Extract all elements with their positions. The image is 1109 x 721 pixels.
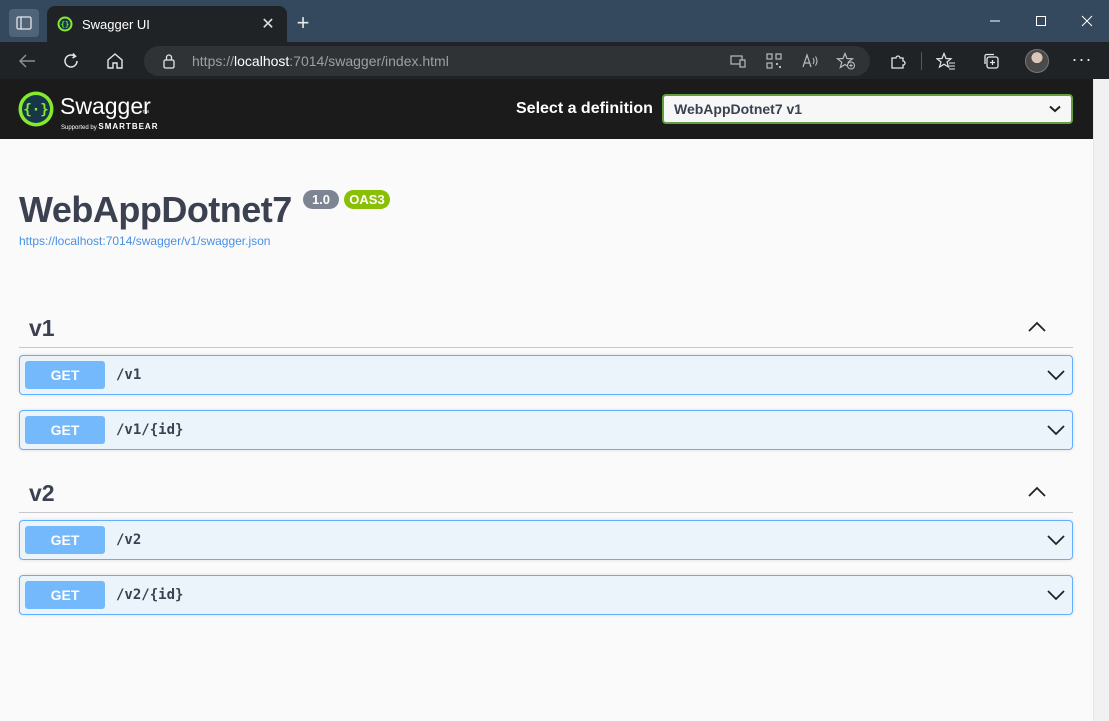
operation-get-v1[interactable]: GET /v1 <box>19 355 1073 395</box>
definition-select[interactable]: WebAppDotnet7 v1 <box>662 94 1073 124</box>
tab-title: Swagger UI <box>82 16 150 32</box>
swagger-favicon-icon: {} <box>57 16 73 32</box>
back-arrow-icon <box>18 54 35 68</box>
svg-text:{·}: {·} <box>23 102 48 118</box>
tab-close-icon[interactable]: ✕ <box>259 14 277 34</box>
swagger-logo-link[interactable]: {·} Swagger ™ Supported by SMARTBEAR <box>18 89 170 131</box>
chevron-down-icon[interactable] <box>1046 368 1066 382</box>
page-scrollbar[interactable] <box>1093 79 1109 721</box>
window-minimize-button[interactable] <box>980 9 1010 33</box>
window-maximize-button[interactable] <box>1026 9 1056 33</box>
url-host: localhost <box>234 53 290 69</box>
tag-section-v1: v1 GET /v1 GET /v1/{id} <box>19 310 1073 450</box>
close-window-icon <box>1081 15 1093 27</box>
swagger-topbar: {·} Swagger ™ Supported by SMARTBEAR Sel… <box>0 79 1093 139</box>
tag-name: v1 <box>29 315 55 341</box>
app-available-icon[interactable] <box>728 52 748 70</box>
oas-badge: OAS3 <box>344 190 390 209</box>
smartbear-tagline: Supported by SMARTBEAR <box>61 122 158 131</box>
tagline-prefix: Supported by <box>61 125 97 131</box>
browser-tab-strip: {} Swagger UI ✕ + <box>0 0 1109 42</box>
read-aloud-icon[interactable] <box>800 52 820 70</box>
tab-actions-icon <box>16 16 32 30</box>
qr-code-icon[interactable] <box>764 52 784 70</box>
collections-icon[interactable] <box>980 50 1002 72</box>
url-prefix: https:// <box>192 53 235 69</box>
swagger-json-link[interactable]: https://localhost:7014/swagger/v1/swagge… <box>19 234 270 248</box>
window-close-button[interactable] <box>1072 9 1102 33</box>
svg-text:{}: {} <box>61 21 69 29</box>
definition-label: Select a definition <box>516 100 653 117</box>
tag-name: v2 <box>29 480 55 506</box>
home-icon <box>107 53 123 69</box>
browser-toolbar: https://localhost:7014/swagger/index.htm… <box>0 42 1109 79</box>
operation-get-v2[interactable]: GET /v2 <box>19 520 1073 560</box>
http-method-badge: GET <box>25 526 105 554</box>
operation-path: /v1/{id} <box>116 422 184 438</box>
url-rest: :7014/swagger/index.html <box>289 53 449 69</box>
tag-header-v2[interactable]: v2 <box>19 475 1073 513</box>
operation-get-v1-id[interactable]: GET /v1/{id} <box>19 410 1073 450</box>
profile-avatar[interactable] <box>1025 49 1049 73</box>
chevron-up-icon[interactable] <box>1027 319 1047 335</box>
tab-actions-menu-button[interactable] <box>9 9 39 37</box>
favorites-icon[interactable] <box>935 50 957 72</box>
api-title: WebAppDotnet7 <box>19 189 292 230</box>
lock-icon[interactable] <box>162 53 176 69</box>
chevron-down-icon[interactable] <box>1046 423 1066 437</box>
tag-header-v1[interactable]: v1 <box>19 310 1073 348</box>
operation-path: /v2/{id} <box>116 587 184 603</box>
chevron-down-icon[interactable] <box>1046 533 1066 547</box>
more-options-icon[interactable]: ··· <box>1070 49 1094 73</box>
toolbar-separator <box>921 52 922 70</box>
address-bar[interactable]: https://localhost:7014/swagger/index.htm… <box>144 46 870 76</box>
refresh-button[interactable] <box>57 47 85 75</box>
swagger-logo-name: Swagger <box>60 93 151 119</box>
new-tab-plus-icon[interactable]: + <box>292 12 314 35</box>
http-method-badge: GET <box>25 361 105 389</box>
back-button[interactable] <box>13 47 41 75</box>
url-text[interactable]: https://localhost:7014/swagger/index.htm… <box>192 53 449 69</box>
refresh-icon <box>64 53 78 68</box>
http-method-badge: GET <box>25 416 105 444</box>
chevron-down-icon[interactable] <box>1046 588 1066 602</box>
definition-selected-value: WebAppDotnet7 v1 <box>674 101 803 117</box>
swagger-logo-icon: {·} <box>18 91 54 127</box>
swagger-content: WebAppDotnet7 1.0 OAS3 https://localhost… <box>0 139 1093 721</box>
minimize-icon <box>990 20 1000 22</box>
trademark-icon: ™ <box>142 110 149 117</box>
operation-path: /v2 <box>116 532 142 548</box>
http-method-badge: GET <box>25 581 105 609</box>
operation-get-v2-id[interactable]: GET /v2/{id} <box>19 575 1073 615</box>
version-badge: 1.0 <box>303 190 339 209</box>
add-favorite-icon[interactable] <box>836 52 856 70</box>
browser-tab-swagger-ui[interactable]: {} Swagger UI ✕ <box>47 6 287 42</box>
tag-section-v2: v2 GET /v2 GET /v2/{id} <box>19 475 1073 615</box>
extensions-icon[interactable] <box>887 50 909 72</box>
chevron-down-icon <box>1049 105 1061 113</box>
maximize-icon <box>1036 16 1046 26</box>
chevron-up-icon[interactable] <box>1027 484 1047 500</box>
operation-path: /v1 <box>116 367 142 383</box>
tagline-brand: SMARTBEAR <box>98 122 159 131</box>
home-button[interactable] <box>101 47 129 75</box>
